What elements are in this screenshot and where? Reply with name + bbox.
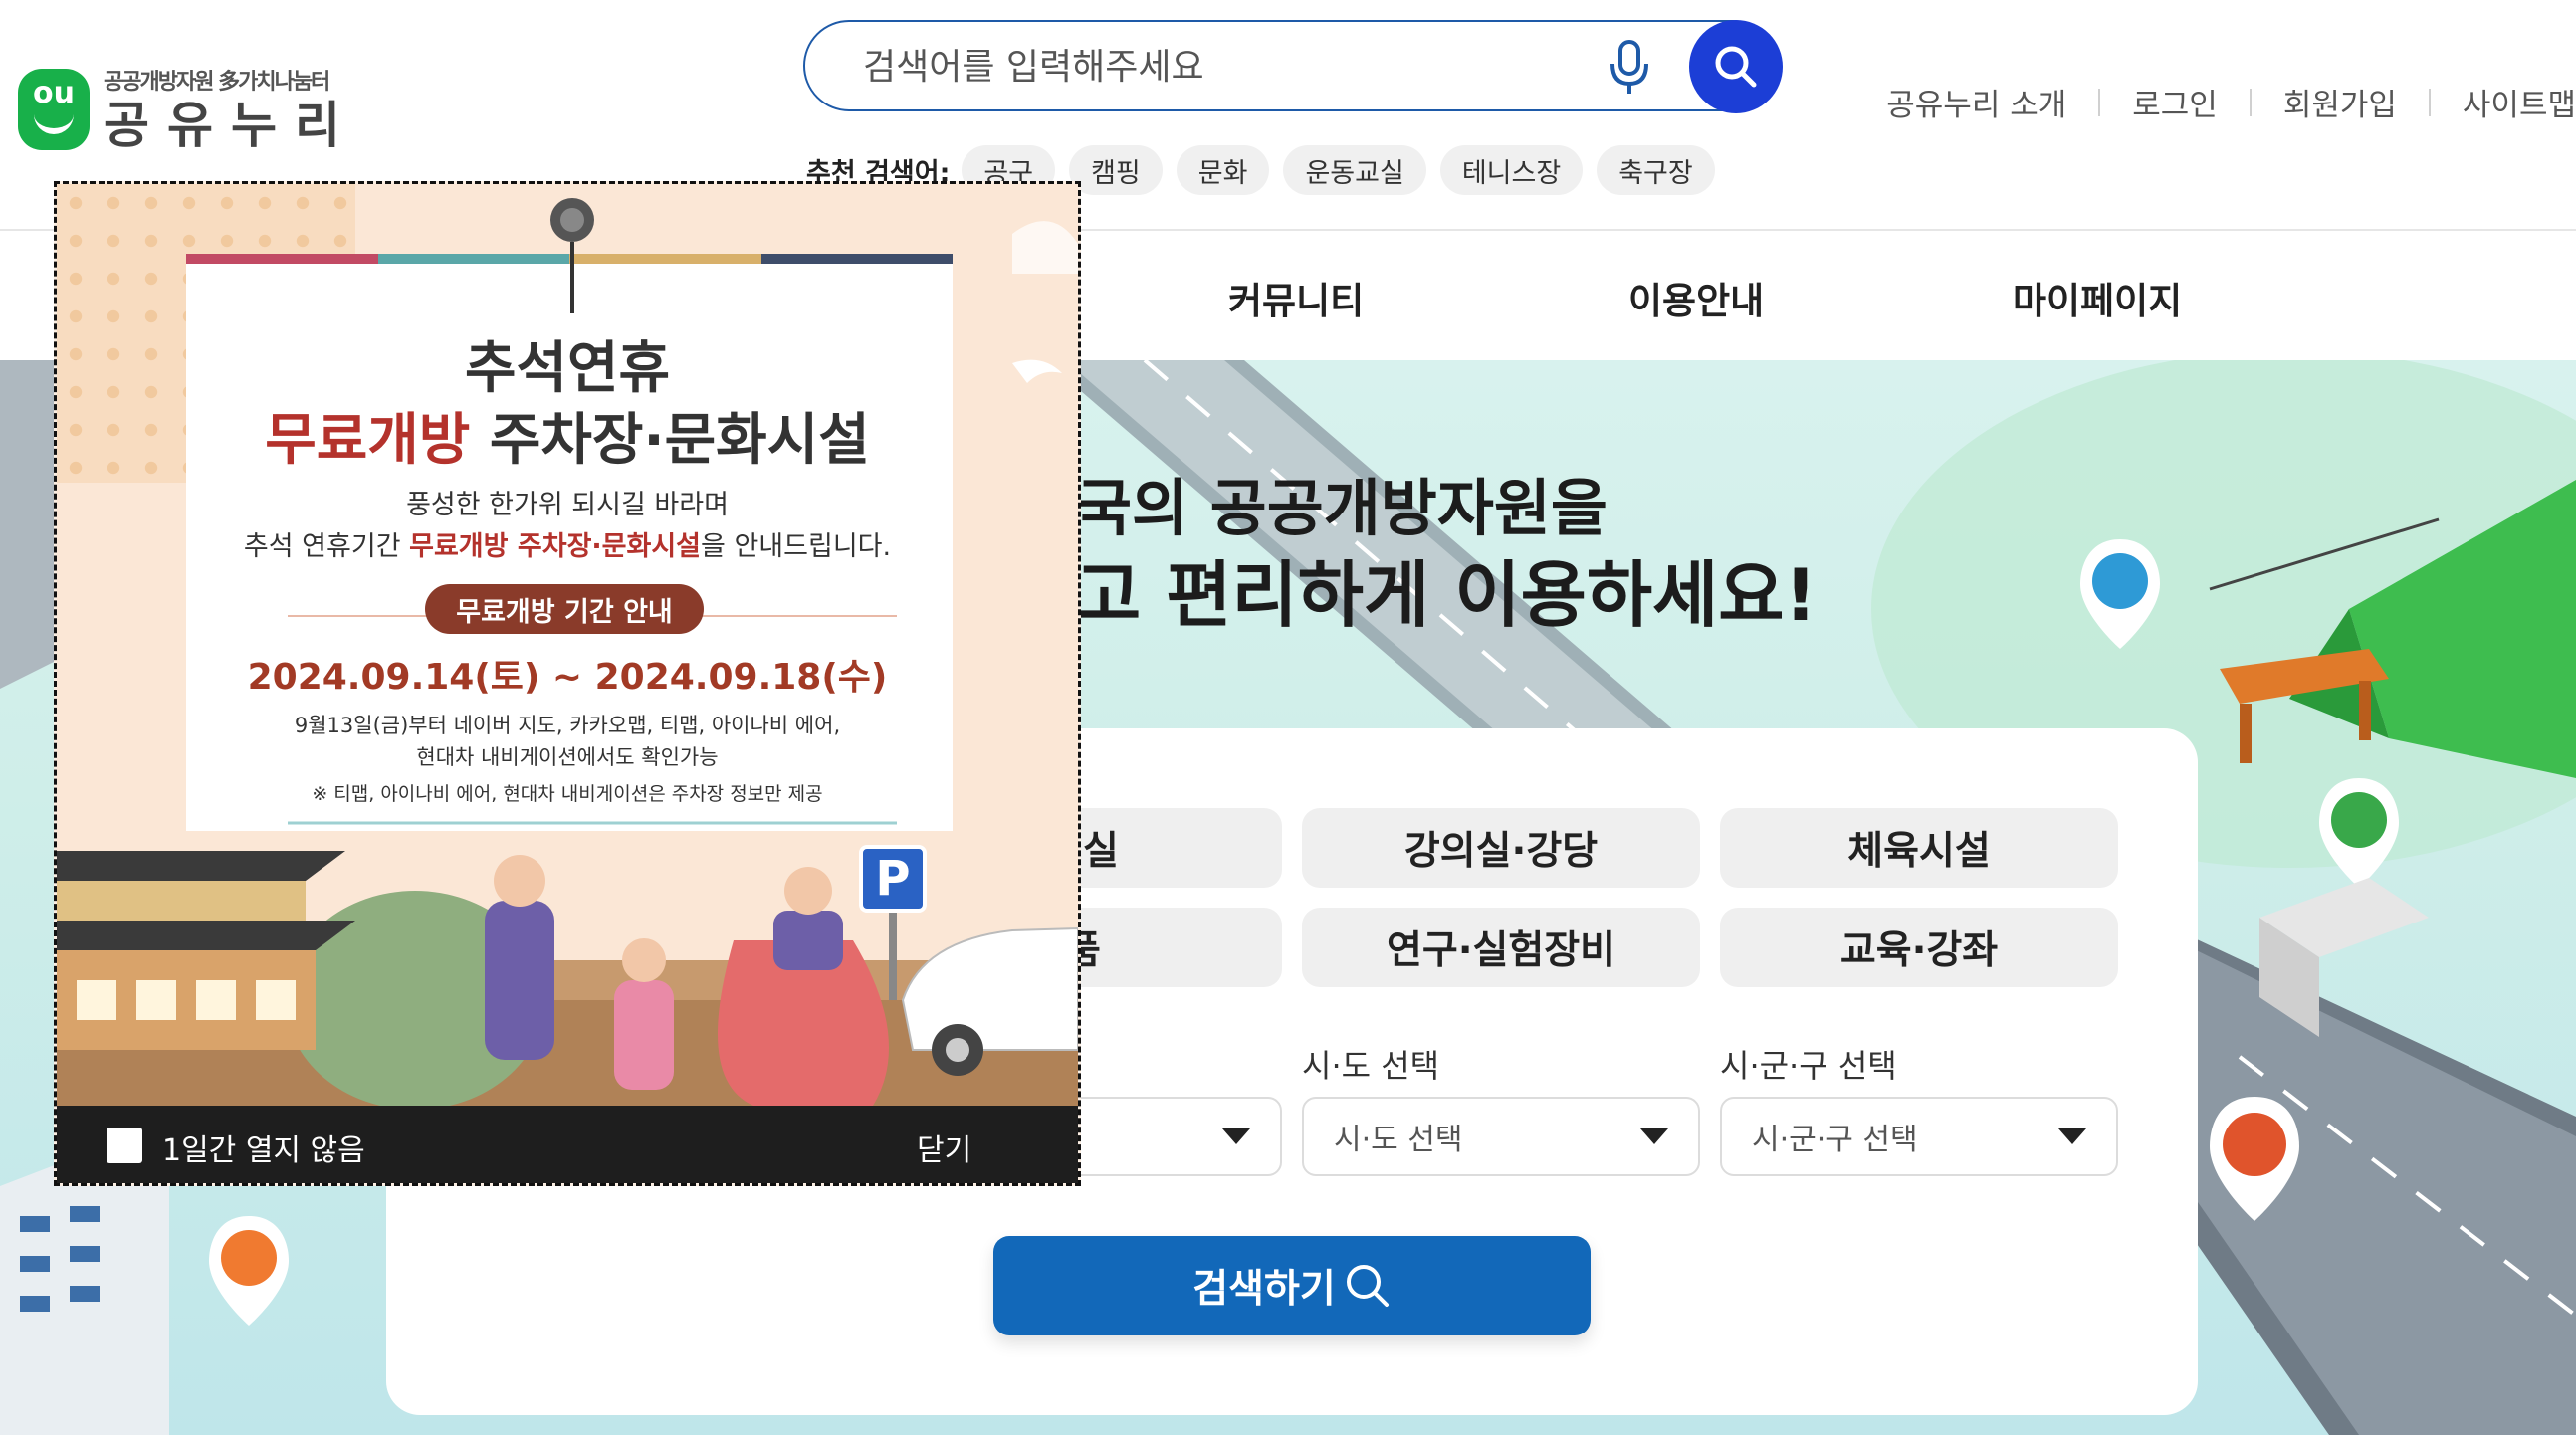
- link-about[interactable]: 공유누리 소개: [1886, 80, 2066, 124]
- popup-date: 2024.09.14(토) ~ 2024.09.18(수): [247, 657, 888, 698]
- search-input[interactable]: [861, 40, 1578, 94]
- site-logo[interactable]: ou 공공개방자원 多가치나눔터 공유누리: [18, 64, 358, 155]
- category-research-equipment[interactable]: 연구·실험장비: [1302, 908, 1700, 987]
- utility-nav: 공유누리 소개 로그인 회원가입 사이트맵: [1886, 80, 2576, 124]
- popup-footer: 1일간 열지 않음 닫기: [57, 1106, 1078, 1183]
- popup-close-button[interactable]: 닫기: [917, 1126, 971, 1169]
- popup-period-badge: 무료개방 기간 안내: [425, 584, 704, 634]
- popup-line2: 추석 연휴기간 무료개방 주차장·문화시설을 안내드립니다.: [243, 531, 892, 562]
- microphone-icon[interactable]: [1608, 40, 1651, 96]
- logo-icon: ou: [18, 69, 90, 150]
- search-button[interactable]: [1689, 20, 1783, 113]
- chuseok-popup: P 추석연휴 무료개방 주차장·문화시설 풍성한 한가위 되시길 바라며 추석 …: [54, 181, 1081, 1186]
- nav-guide[interactable]: 이용안내: [1628, 271, 1764, 324]
- logo-subtitle: 공공개방자원 多가치나눔터: [104, 70, 330, 95]
- dont-open-label[interactable]: 1일간 열지 않음: [162, 1126, 365, 1169]
- dont-open-checkbox[interactable]: [107, 1128, 142, 1163]
- popup-line1: 풍성한 한가위 되시길 바라며: [406, 490, 729, 520]
- popup-note2: 현대차 내비게이션에서도 확인가능: [416, 745, 719, 769]
- sigungu-label: 시·군·구 선택: [1720, 1047, 1897, 1085]
- resource-search-button[interactable]: 검색하기: [993, 1236, 1591, 1335]
- sido-select[interactable]: 시·도 선택: [1302, 1097, 1700, 1176]
- keyword-chip[interactable]: 축구장: [1597, 145, 1715, 195]
- popup-title: 추석연휴: [464, 336, 671, 401]
- chevron-down-icon: [2058, 1128, 2086, 1144]
- chevron-down-icon: [1222, 1128, 1250, 1144]
- parking-icon: P: [859, 845, 927, 913]
- keyword-chip[interactable]: 운동교실: [1283, 145, 1426, 195]
- keyword-chip[interactable]: 문화: [1176, 145, 1270, 195]
- link-sitemap[interactable]: 사이트맵: [2463, 80, 2576, 124]
- category-sports-facility[interactable]: 체육시설: [1720, 808, 2118, 888]
- logo-title: 공유누리: [104, 97, 358, 154]
- hero-title: 국의 공공개방자원을 고 편리하게 이용하세요!: [1075, 472, 1818, 637]
- category-lecture-hall[interactable]: 강의실·강당: [1302, 808, 1700, 888]
- keyword-chip[interactable]: 캠핑: [1069, 145, 1163, 195]
- nav-mypage[interactable]: 마이페이지: [2013, 271, 2182, 324]
- chevron-down-icon: [1640, 1128, 1668, 1144]
- category-education[interactable]: 교육·강좌: [1720, 908, 2118, 987]
- nav-community[interactable]: 커뮤니티: [1228, 271, 1364, 324]
- search-bar: [803, 20, 1783, 113]
- popup-note3: ※ 티맵, 아이나비 에어, 현대차 내비게이션은 주차장 정보만 제공: [312, 783, 823, 805]
- keyword-chip[interactable]: 테니스장: [1439, 145, 1584, 195]
- search-icon: [1715, 46, 1757, 88]
- popup-illustration: [57, 198, 1078, 1106]
- popup-banner[interactable]: P 추석연휴 무료개방 주차장·문화시설 풍성한 한가위 되시길 바라며 추석 …: [57, 184, 1078, 1106]
- search-icon: [1346, 1265, 1389, 1307]
- sigungu-select[interactable]: 시·군·구 선택: [1720, 1097, 2118, 1176]
- link-login[interactable]: 로그인: [2132, 80, 2218, 124]
- popup-subtitle: 무료개방 주차장·문화시설: [265, 408, 870, 473]
- popup-note1: 9월13일(금)부터 네이버 지도, 카카오맵, 티맵, 아이나비 에어,: [294, 714, 841, 737]
- sido-label: 시·도 선택: [1302, 1047, 1440, 1085]
- link-signup[interactable]: 회원가입: [2283, 80, 2397, 124]
